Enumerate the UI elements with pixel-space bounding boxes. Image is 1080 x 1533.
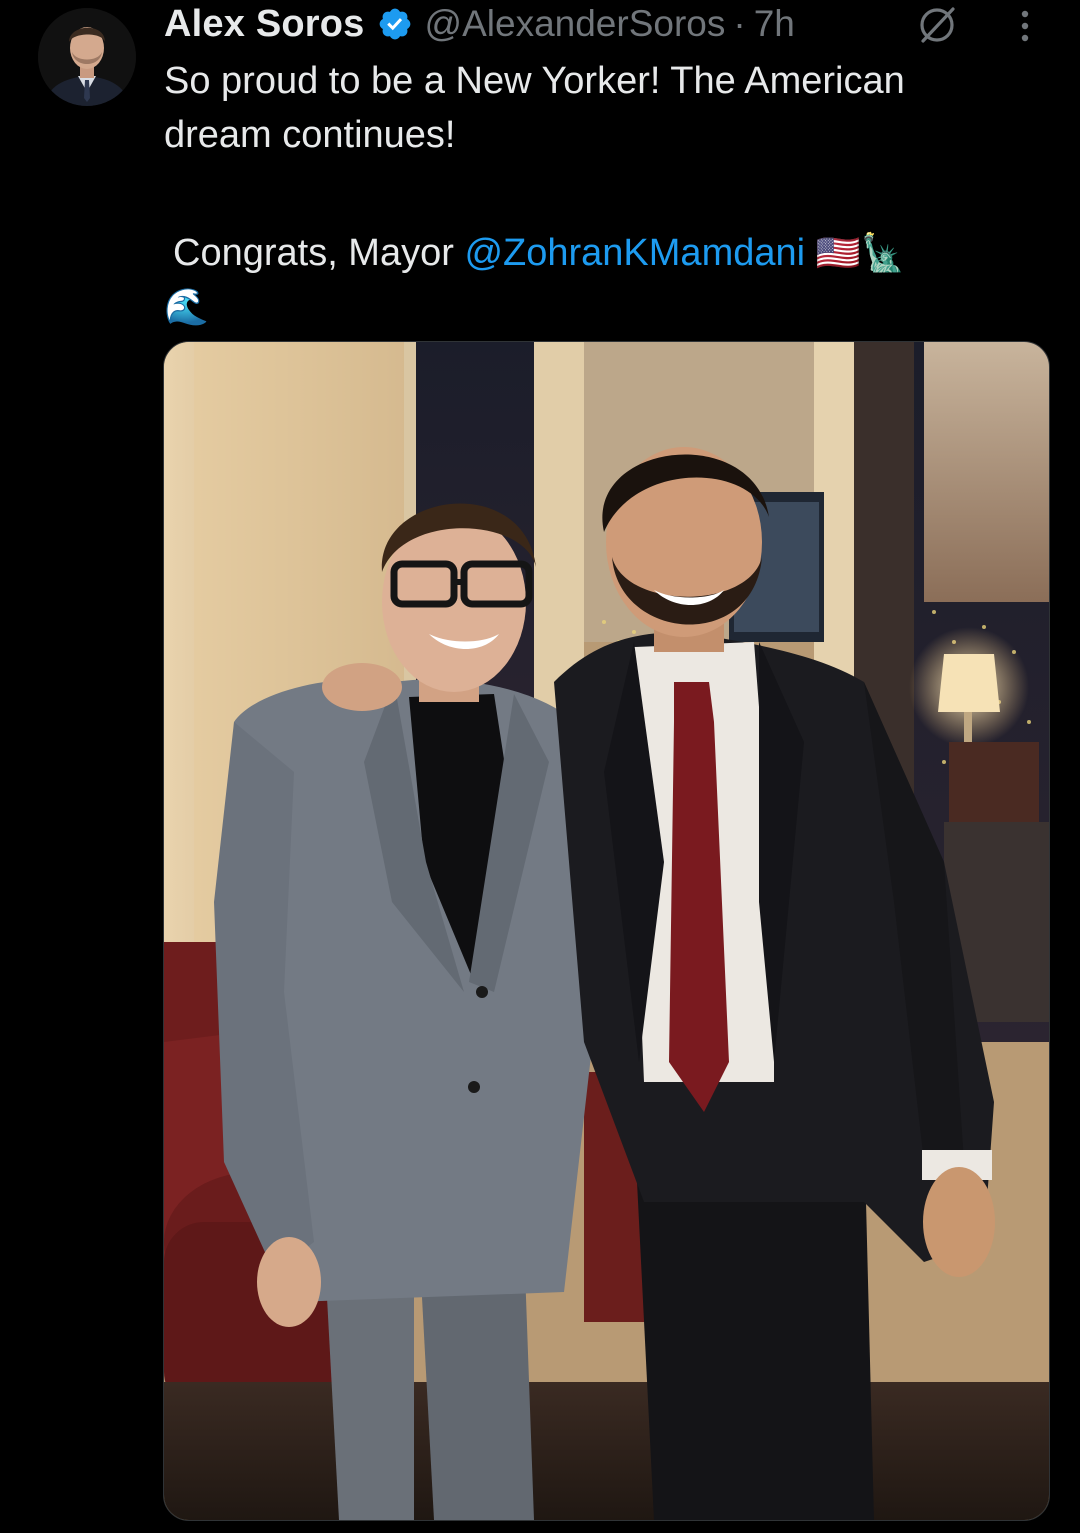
grok-slash-icon[interactable]	[914, 2, 960, 48]
tweet-text-line: Congrats, Mayor @ZohranKMamdani 🇺🇸🗽	[164, 226, 1024, 280]
photo-two-men-posing	[164, 342, 1049, 1520]
post-time[interactable]: 7h	[754, 3, 795, 45]
tweet-photo[interactable]	[163, 341, 1050, 1521]
author-handle[interactable]: @AlexanderSoros	[425, 3, 726, 45]
statue-of-liberty-emoji: 🗽	[860, 232, 906, 273]
mention-link[interactable]: @ZohranKMamdani	[464, 232, 805, 274]
tweet-text-line: dream continues!	[164, 114, 456, 156]
author-display-name[interactable]: Alex Soros	[164, 3, 365, 46]
congrats-text: Congrats, Mayor	[173, 232, 465, 274]
avatar[interactable]	[38, 8, 136, 106]
verified-badge-icon[interactable]	[377, 6, 413, 42]
tweet-text-line: So proud to be a New Yorker! The America…	[164, 60, 905, 102]
separator-dot: ·	[733, 3, 746, 44]
tweet-text: So proud to be a New Yorker! The America…	[164, 54, 1024, 334]
wave-emoji: 🌊	[164, 286, 209, 327]
more-vertical-icon[interactable]	[1010, 6, 1040, 46]
tweet-text-line: 🌊	[164, 280, 1024, 334]
tweet-header: Alex Soros @AlexanderSoros · 7h	[164, 0, 1044, 48]
tweet[interactable]: Alex Soros @AlexanderSoros · 7h So proud…	[0, 0, 1080, 1533]
us-flag-emoji: 🇺🇸	[815, 232, 861, 273]
